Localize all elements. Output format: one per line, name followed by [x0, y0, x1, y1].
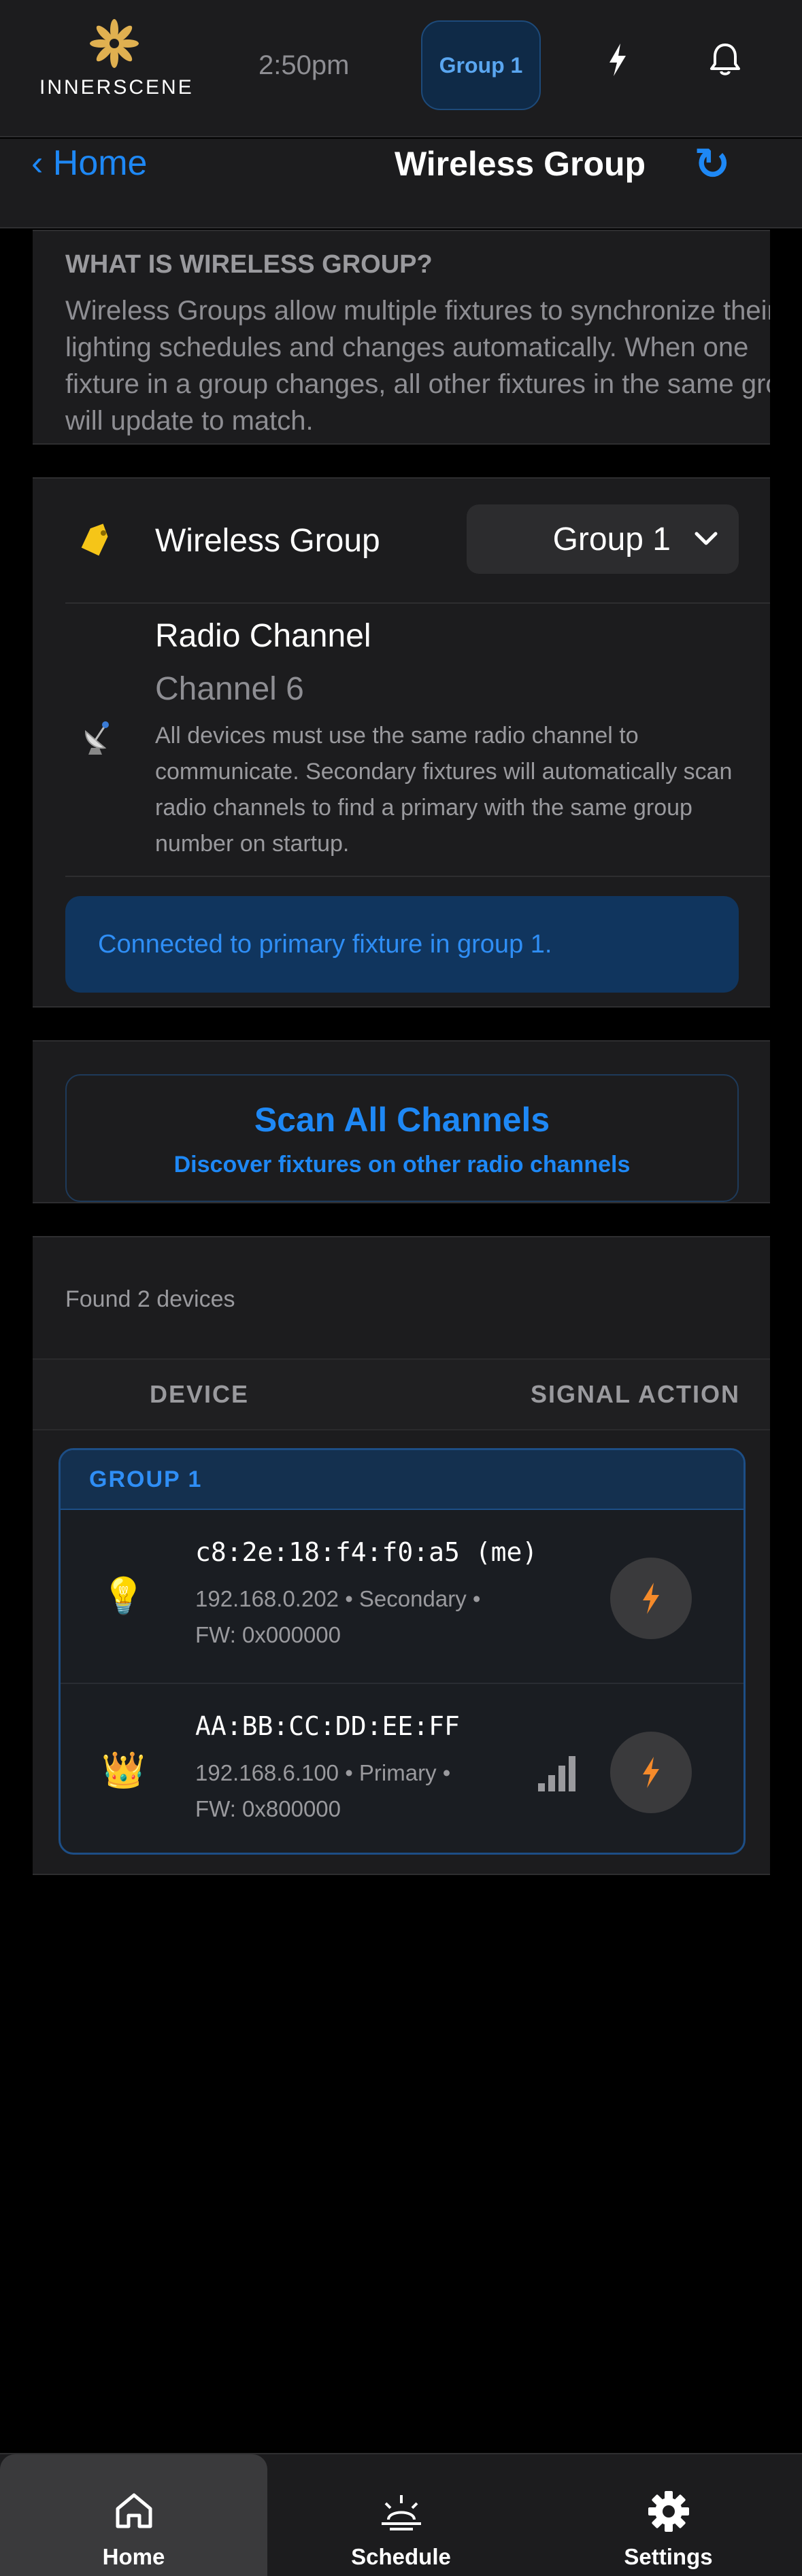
device-row[interactable]: 👑 AA:BB:CC:DD:EE:FF 192.168.6.100 • Prim…: [61, 1684, 743, 1853]
gear-icon: [648, 2491, 689, 2532]
device-firmware: FW: 0x000000: [195, 1622, 341, 1647]
found-devices-count: Found 2 devices: [65, 1286, 235, 1312]
flash-device-button[interactable]: [610, 1558, 692, 1639]
refresh-icon[interactable]: ↻: [694, 139, 731, 190]
device-row[interactable]: 💡 c8:2e:18:f4:f0:a5 (me) 192.168.0.202 •…: [61, 1510, 743, 1683]
home-icon: [116, 2493, 152, 2528]
tab-bar: Home Schedule Settings: [0, 2453, 802, 2576]
device-firmware: FW: 0x800000: [195, 1796, 341, 1821]
top-bar: INNERSCENE 2:50pm Group 1: [0, 0, 802, 137]
device-mac: AA:BB:CC:DD:EE:FF: [195, 1711, 460, 1741]
divider: [65, 602, 770, 604]
chevron-down-icon: [695, 532, 718, 545]
column-signal-action: SIGNAL ACTION: [531, 1380, 741, 1408]
connection-status: Connected to primary fixture in group 1.: [65, 896, 739, 993]
tab-label: Schedule: [351, 2544, 451, 2569]
signal-strength-icon: [538, 1756, 575, 1791]
settings-section: Wireless Group Group 1 Radio Channel Cha…: [33, 477, 770, 1008]
tab-label: Home: [102, 2544, 165, 2569]
bell-icon[interactable]: [705, 39, 746, 80]
wireless-group-select[interactable]: Group 1: [467, 504, 739, 574]
device-mac: c8:2e:18:f4:f0:a5 (me): [195, 1537, 538, 1567]
flash-icon: [643, 1583, 659, 1614]
lightbulb-icon: 💡: [101, 1577, 146, 1616]
tab-settings[interactable]: Settings: [535, 2454, 802, 2576]
radio-channel-label: Radio Channel: [155, 618, 371, 654]
scan-button-subtitle: Discover fixtures on other radio channel…: [173, 1152, 631, 1178]
table-header: DEVICE SIGNAL ACTION: [33, 1358, 770, 1430]
tab-home[interactable]: Home: [0, 2454, 267, 2576]
flash-icon[interactable]: [597, 39, 638, 80]
crown-icon: 👑: [101, 1751, 146, 1790]
device-ip-role: 192.168.6.100 • Primary •: [195, 1760, 451, 1785]
page-title: Wireless Group: [395, 145, 646, 183]
scan-section: Scan All Channels Discover fixtures on o…: [33, 1040, 770, 1203]
clock-time: 2:50pm: [258, 50, 350, 80]
device-details: 192.168.6.100 • Primary • FW: 0x800000: [195, 1755, 549, 1827]
info-heading: WHAT IS WIRELESS GROUP?: [65, 250, 433, 279]
group-title: GROUP 1: [89, 1466, 203, 1492]
info-section: WHAT IS WIRELESS GROUP? Wireless Groups …: [33, 230, 770, 445]
group-header: GROUP 1: [61, 1450, 743, 1510]
scan-button-title: Scan All Channels: [254, 1101, 550, 1139]
scan-all-channels-button[interactable]: Scan All Channels Discover fixtures on o…: [65, 1074, 739, 1202]
flash-device-button[interactable]: [610, 1732, 692, 1813]
devices-section: Found 2 devices DEVICE SIGNAL ACTION GRO…: [33, 1236, 770, 1875]
sunrise-icon: [381, 2495, 421, 2530]
wireless-group-value: Group 1: [552, 521, 671, 557]
back-home-link[interactable]: ‹ Home: [31, 143, 147, 184]
info-description: Wireless Groups allow multiple fixtures …: [65, 296, 770, 436]
radio-channel-value: Channel 6: [155, 671, 304, 707]
wireless-group-label: Wireless Group: [155, 523, 380, 559]
device-ip-role: 192.168.0.202 • Secondary •: [195, 1586, 481, 1611]
satellite-dish-icon: [84, 721, 109, 755]
tab-schedule[interactable]: Schedule: [267, 2454, 535, 2576]
radio-channel-description: All devices must use the same radio chan…: [155, 723, 733, 857]
tag-icon: [81, 523, 108, 556]
flash-icon: [643, 1757, 659, 1788]
tab-label: Settings: [624, 2544, 713, 2569]
divider: [65, 876, 770, 877]
group-card: GROUP 1 💡 c8:2e:18:f4:f0:a5 (me) 192.168…: [59, 1448, 746, 1855]
brand-name: INNERSCENE: [39, 76, 194, 99]
device-details: 192.168.0.202 • Secondary • FW: 0x000000: [195, 1581, 549, 1653]
group-badge-button[interactable]: Group 1: [421, 20, 541, 110]
column-device: DEVICE: [150, 1380, 250, 1408]
